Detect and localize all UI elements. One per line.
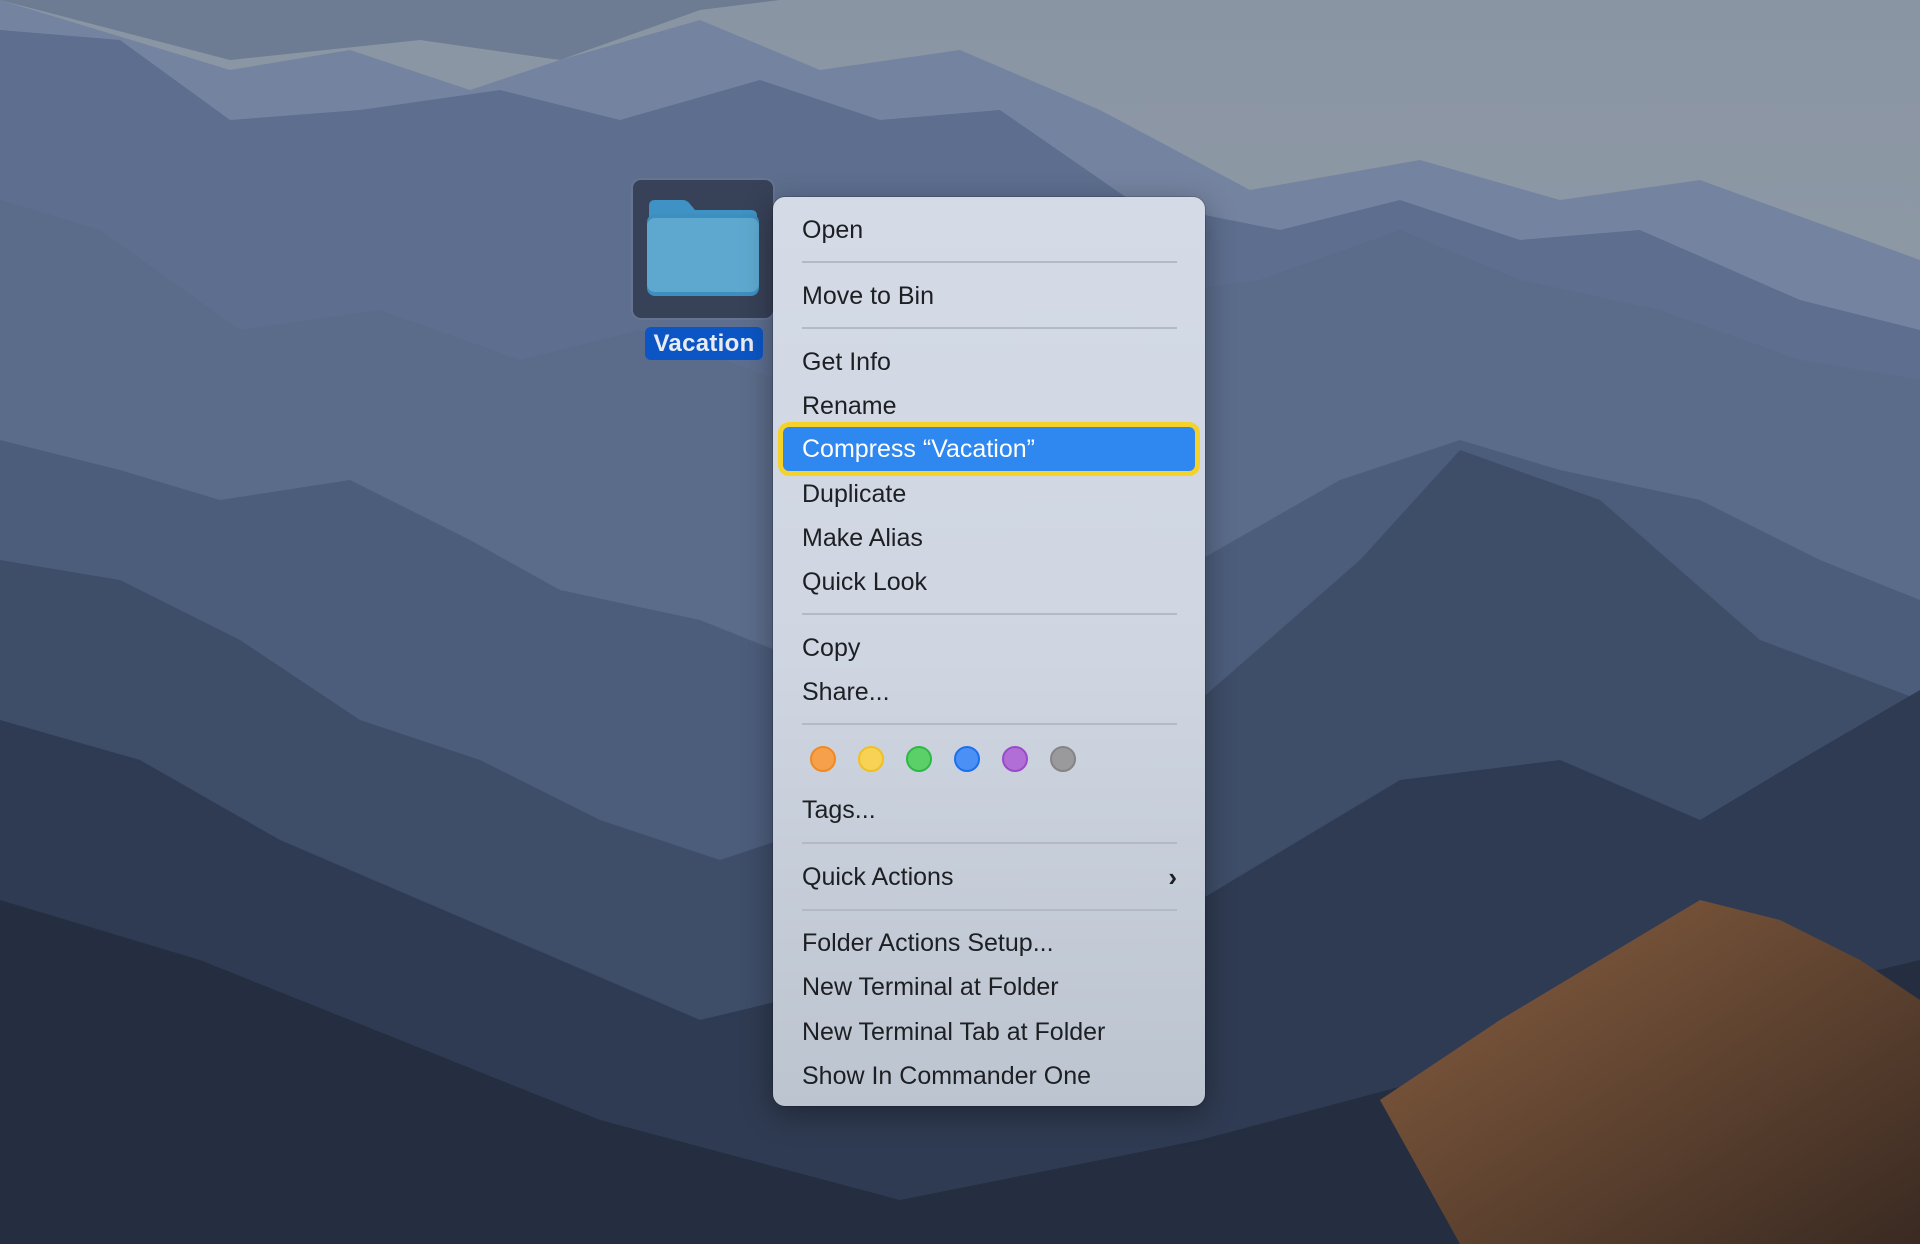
menu-separator <box>802 261 1177 263</box>
menu-item-share[interactable]: Share... <box>783 670 1195 714</box>
menu-item-open[interactable]: Open <box>783 208 1195 252</box>
menu-item-make-alias[interactable]: Make Alias <box>783 516 1195 560</box>
menu-item-compress[interactable]: Compress “Vacation” <box>783 427 1195 471</box>
menu-item-new-terminal-at-folder[interactable]: New Terminal at Folder <box>783 965 1195 1009</box>
tag-gray[interactable] <box>1050 746 1076 772</box>
menu-item-quick-look[interactable]: Quick Look <box>783 560 1195 604</box>
menu-item-new-terminal-tab-at-folder[interactable]: New Terminal Tab at Folder <box>783 1010 1195 1054</box>
menu-item-copy[interactable]: Copy <box>783 626 1195 670</box>
menu-item-rename[interactable]: Rename <box>783 384 1195 428</box>
context-menu: Open Move to Bin Get Info Rename Compres… <box>773 197 1205 1106</box>
menu-item-folder-actions-setup[interactable]: Folder Actions Setup... <box>783 921 1195 965</box>
tag-yellow[interactable] <box>858 746 884 772</box>
tag-purple[interactable] <box>1002 746 1028 772</box>
menu-item-label: Quick Actions <box>802 863 954 891</box>
tag-blue[interactable] <box>954 746 980 772</box>
desktop-folder[interactable]: Vacation <box>633 180 773 360</box>
menu-separator <box>802 613 1177 615</box>
tag-green[interactable] <box>906 746 932 772</box>
menu-item-show-in-commander-one[interactable]: Show In Commander One <box>783 1054 1195 1098</box>
menu-separator <box>802 723 1177 725</box>
menu-item-get-info[interactable]: Get Info <box>783 340 1195 384</box>
menu-separator <box>802 842 1177 844</box>
menu-item-duplicate[interactable]: Duplicate <box>783 472 1195 516</box>
menu-item-quick-actions[interactable]: Quick Actions › <box>783 855 1195 899</box>
chevron-right-icon: › <box>1168 862 1177 892</box>
menu-separator <box>802 909 1177 911</box>
folder-selection-box[interactable] <box>633 180 773 318</box>
menu-item-tags[interactable]: Tags... <box>783 788 1195 832</box>
tag-orange[interactable] <box>810 746 836 772</box>
folder-icon <box>647 200 759 296</box>
menu-separator <box>802 327 1177 329</box>
menu-item-move-to-bin[interactable]: Move to Bin <box>783 274 1195 318</box>
folder-name-label[interactable]: Vacation <box>645 327 763 360</box>
